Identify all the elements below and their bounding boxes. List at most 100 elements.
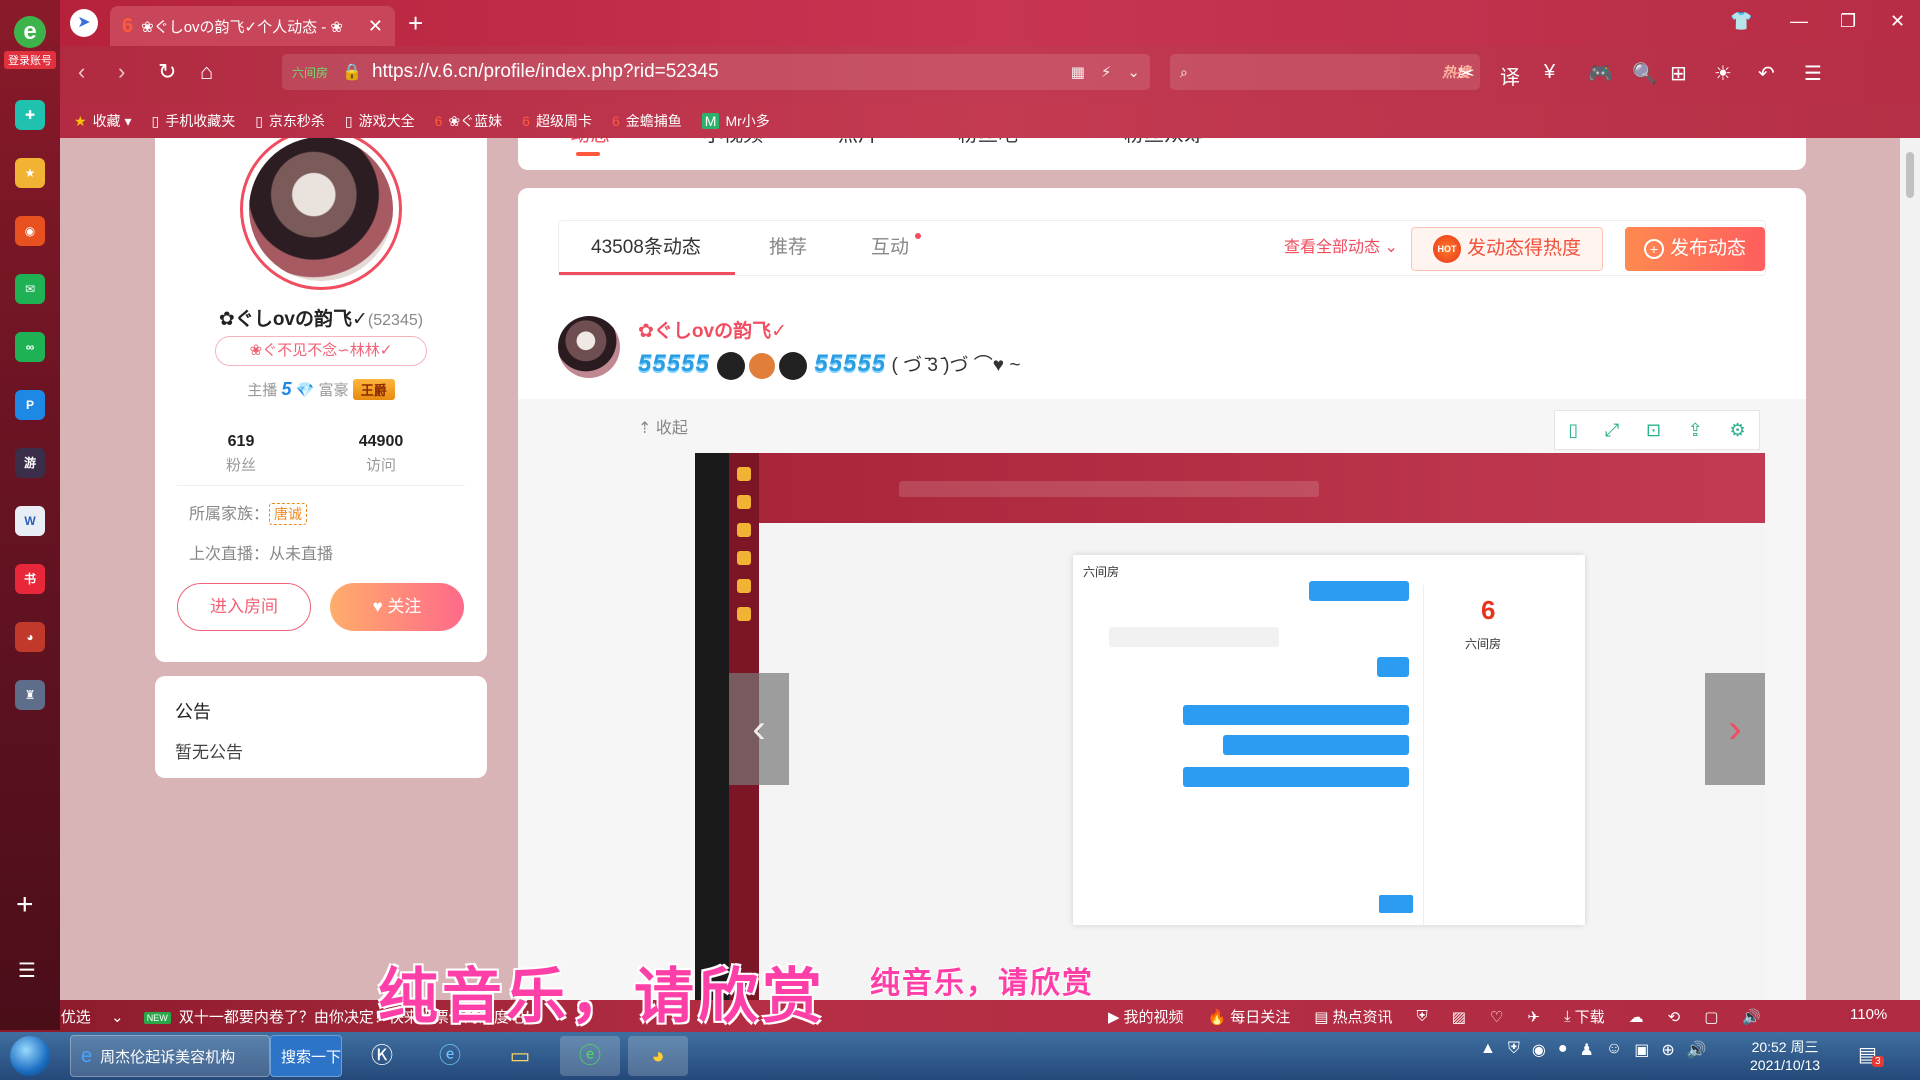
magnifier-icon[interactable]: 🔍 [1632, 61, 1657, 86]
share-icon[interactable]: ⇪ [1688, 420, 1703, 441]
enter-room-button[interactable]: 进入房间 [177, 583, 311, 631]
ie-task-button[interactable]: e 周杰伦起诉美容机构 [70, 1035, 270, 1077]
zoom-level[interactable]: 110% [1850, 1006, 1887, 1023]
scrollbar-thumb[interactable] [1906, 152, 1914, 198]
next-image-arrow[interactable]: › [1705, 673, 1765, 785]
browser-logo[interactable]: e 登录账号 [4, 16, 56, 74]
avatar[interactable] [249, 138, 393, 281]
bookmark-item[interactable]: 6 金蟾捕鱼 [612, 111, 682, 131]
url-text[interactable]: https://v.6.cn/profile/index.php?rid=523… [372, 61, 1055, 83]
tray-qq-icon[interactable]: ♟ [1580, 1040, 1594, 1060]
tray-360-icon[interactable]: ◉ [1532, 1040, 1546, 1060]
speed-icon[interactable]: ✈ [1527, 1006, 1540, 1027]
game-icon[interactable]: 游 [15, 448, 45, 478]
tray-volume-icon[interactable]: 🔊 [1687, 1040, 1707, 1060]
new-tab-icon[interactable]: + [408, 8, 423, 39]
tab-all-posts[interactable]: 43508条动态 [591, 221, 701, 275]
tab-interact[interactable]: 互动 [871, 221, 909, 275]
cloud-icon[interactable]: ☁ [1629, 1006, 1644, 1027]
tab-dynamics[interactable]: 动态 [570, 138, 610, 147]
star-icon[interactable]: ★ [15, 158, 45, 188]
brightness-icon[interactable]: ☀ [1714, 61, 1732, 86]
hot-news-link[interactable]: ▤ 热点资讯 [1314, 1006, 1392, 1027]
bookmark-item[interactable]: ▯ 手机收藏夹 [151, 111, 235, 131]
tray-plus-icon[interactable]: ⊕ [1661, 1040, 1674, 1060]
mail-icon[interactable]: ✉ [15, 274, 45, 304]
image-icon[interactable]: ▨ [1452, 1006, 1466, 1027]
tray-monitor-icon[interactable]: ▣ [1634, 1040, 1649, 1060]
browser-360-icon[interactable]: ⓔ [560, 1036, 620, 1076]
home-icon[interactable]: ⌂ [200, 59, 213, 85]
view-all-dropdown[interactable]: 查看全部动态 ⌄ [1284, 221, 1398, 275]
dropdown-icon[interactable]: ⌄ [1127, 63, 1140, 81]
scissors-icon[interactable]: ✂ [1458, 61, 1475, 86]
sync-icon[interactable]: ⟲ [1668, 1006, 1681, 1027]
k-app-icon[interactable]: Ⓚ [352, 1036, 412, 1076]
minimize-icon[interactable]: — [1790, 11, 1808, 32]
skin-icon[interactable]: 👕 [1730, 11, 1752, 32]
gamepad-icon[interactable]: 🎮 [1588, 61, 1613, 86]
follow-button[interactable]: ♥ 关注 [330, 583, 464, 631]
refresh-icon[interactable]: ↻ [158, 59, 176, 85]
health-icon[interactable]: ♡ [1490, 1006, 1503, 1027]
weibo-icon[interactable]: ◉ [15, 216, 45, 246]
post-button[interactable]: + 发布动态 [1625, 227, 1765, 271]
plus-cross-icon[interactable]: ✚ [15, 100, 45, 130]
daily-follow-link[interactable]: 🔥 每日关注 [1208, 1006, 1291, 1027]
volume-icon[interactable]: 🔊 [1742, 1006, 1761, 1027]
tray-expand-icon[interactable]: ▲ [1480, 1040, 1496, 1060]
fans-stat[interactable]: 619 粉丝 [181, 433, 301, 475]
system-clock[interactable]: 20:52 周三 2021/10/13 [1750, 1038, 1820, 1074]
tray-shield-icon[interactable]: ⛨ [1508, 1040, 1520, 1060]
my-video-link[interactable]: ▶ 我的视频 [1108, 1006, 1184, 1027]
navigation-icon[interactable]: ➤ [70, 9, 98, 37]
game-app-icon[interactable]: ◕ [628, 1036, 688, 1076]
bookmark-item[interactable]: 6 ❀ぐ蓝妹 [435, 111, 503, 131]
save-icon[interactable]: ⊡ [1646, 420, 1661, 441]
notification-icon[interactable]: ▤ 3 [1858, 1042, 1884, 1067]
post-author[interactable]: ✿ぐしovの韵飞✓ [638, 316, 787, 343]
tab-active[interactable]: 6 ❀ぐしovの韵飞✓个人动态 - ❀ ✕ [110, 6, 395, 46]
tab-photos[interactable]: 照片 [838, 138, 878, 147]
tray-chat-icon[interactable]: ☺ [1606, 1040, 1622, 1060]
castle-icon[interactable]: ♜ [15, 680, 45, 710]
p-icon[interactable]: P [15, 390, 45, 420]
shield-icon[interactable]: ⛨ [1416, 1006, 1427, 1027]
chain-icon[interactable]: ∞ [15, 332, 45, 362]
login-account-label[interactable]: 登录账号 [4, 51, 56, 69]
restore-icon[interactable]: ❐ [1840, 11, 1856, 32]
tray-app-icon[interactable]: ● [1558, 1040, 1568, 1060]
avatar-game-icon[interactable]: ◕ [15, 622, 45, 652]
apps-grid-icon[interactable]: ⊞ [1670, 61, 1687, 86]
coin-icon[interactable]: ¥ [1544, 61, 1555, 84]
prev-image-arrow[interactable]: ‹ [729, 673, 789, 785]
heat-button[interactable]: HOT 发动态得热度 [1411, 227, 1603, 271]
undo-icon[interactable]: ↶ [1758, 61, 1775, 86]
search-button[interactable]: 搜索一下 [270, 1035, 342, 1077]
bookmark-icon[interactable]: ▯ [1568, 420, 1578, 441]
forward-icon[interactable]: › [118, 59, 125, 85]
bookmark-item[interactable]: ▯ 游戏大全 [345, 111, 415, 131]
grid-icon[interactable]: ▦ [1071, 63, 1085, 81]
menu-icon[interactable]: ☰ [1804, 61, 1822, 86]
translate-icon[interactable]: 译 [1500, 61, 1520, 90]
family-tag[interactable]: 唐诚 [269, 503, 308, 525]
bookmark-item[interactable]: 6 超级周卡 [522, 111, 592, 131]
tab-short-video[interactable]: 小视频 [703, 138, 763, 147]
tab-recommend[interactable]: 推荐 [769, 221, 807, 275]
word-icon[interactable]: W [15, 506, 45, 536]
window-icon[interactable]: ▢ [1704, 1006, 1718, 1027]
sidebar-menu-icon[interactable]: ☰ [18, 958, 36, 983]
download-link[interactable]: ⤓ 下载 [1564, 1006, 1605, 1027]
close-window-icon[interactable]: ✕ [1890, 11, 1905, 32]
fullscreen-icon[interactable]: ⤢ [1605, 420, 1619, 441]
settings-icon[interactable]: ⚙ [1730, 420, 1746, 441]
collapse-link[interactable]: ⇡ 收起 [638, 414, 688, 438]
address-bar[interactable]: 六间房 🔒 https://v.6.cn/profile/index.php?r… [282, 54, 1150, 90]
xhs-icon[interactable]: 书 [15, 564, 45, 594]
flash-icon[interactable]: ⚡ [1101, 63, 1112, 81]
start-button[interactable] [10, 1036, 50, 1076]
bookmark-item[interactable]: ★ 收藏 ▾ [74, 111, 131, 131]
back-icon[interactable]: ‹ [78, 59, 85, 85]
post-author-avatar[interactable] [558, 316, 620, 378]
